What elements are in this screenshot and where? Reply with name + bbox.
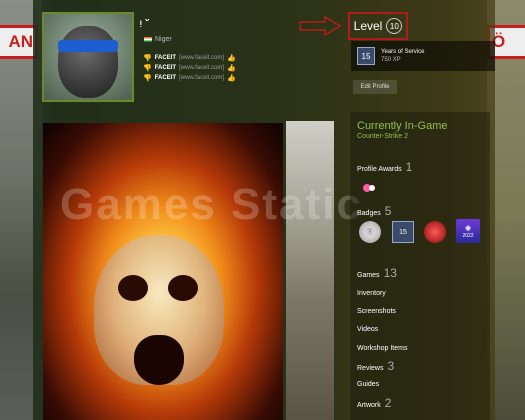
thumb-up-icon: 👍 [227, 65, 236, 72]
award-icon[interactable] [362, 183, 376, 193]
years-badge-title: Years of Service [381, 49, 425, 55]
skull-mouth [134, 335, 184, 385]
guides-link[interactable]: Guides [357, 381, 379, 388]
profile-awards-count: 1 [405, 160, 413, 174]
profile-awards-link[interactable]: Profile Awards 1 [357, 160, 412, 174]
steam-logo-icon: ◉ [464, 224, 472, 232]
faceit-row: 👎 FACEIT [www.faceit.com] 👍 [143, 73, 236, 83]
showcase-side-image[interactable] [286, 121, 334, 420]
level-indicator: Level 10 [348, 12, 408, 40]
avatar-face [58, 26, 118, 98]
level-label: Level [353, 19, 383, 33]
skull-eye-right [168, 275, 198, 301]
faceit-name: FACEIT [154, 55, 177, 61]
reviews-link[interactable]: Reviews 3 [357, 359, 394, 373]
years-badge-icon: 15 [357, 47, 375, 65]
thumb-up-icon: 👍 [227, 75, 236, 82]
faceit-list: 👎 FACEIT [www.faceit.com] 👍 👎 FACEIT [ww… [143, 53, 236, 83]
current-game[interactable]: Counter-Strike 2 [357, 133, 408, 140]
faceit-row: 👎 FACEIT [www.faceit.com] 👍 [143, 53, 236, 63]
faceit-url[interactable]: [www.faceit.com] [179, 55, 224, 61]
artwork-label: Artwork [357, 402, 381, 409]
thumb-down-icon: 👎 [143, 55, 152, 62]
reviews-label: Reviews [357, 365, 384, 372]
avatar[interactable] [42, 12, 134, 102]
workshop-items-link[interactable]: Workshop Items [357, 345, 407, 352]
avatar-headband [58, 40, 118, 52]
badges-link[interactable]: Badges 5 [357, 204, 391, 218]
skull-eye-left [118, 275, 148, 301]
games-count: 13 [383, 266, 397, 280]
videos-link[interactable]: Videos [357, 326, 378, 333]
faceit-name: FACEIT [154, 75, 177, 81]
edit-profile-button[interactable]: Edit Profile [353, 80, 397, 94]
faceit-url[interactable]: [www.faceit.com] [179, 65, 224, 71]
artwork-link[interactable]: Artwork 2 [357, 396, 391, 410]
years-15-badge-icon[interactable]: 15 [392, 221, 414, 243]
screenshots-link[interactable]: Screenshots [357, 308, 396, 315]
badges-label: Badges [357, 210, 381, 217]
badges-count: 5 [384, 204, 392, 218]
thumb-down-icon: 👎 [143, 65, 152, 72]
arrow-right-icon [299, 16, 341, 36]
country-name: Niger [155, 36, 172, 43]
games-link[interactable]: Games 13 [357, 266, 397, 280]
years-of-service-badge[interactable]: 15 Years of Service 750 XP [351, 41, 495, 71]
red-badge-icon[interactable] [424, 221, 446, 243]
steam-2022-badge-icon[interactable]: ◉ 2022 [456, 219, 480, 243]
inventory-link[interactable]: Inventory [357, 290, 386, 297]
flag-icon [144, 37, 152, 42]
games-label: Games [357, 272, 380, 279]
faceit-url[interactable]: [www.faceit.com] [179, 75, 224, 81]
status-in-game: Currently In-Game [357, 120, 448, 132]
reviews-count: 3 [387, 359, 395, 373]
years-badge-xp: 750 XP [381, 57, 401, 63]
thumb-down-icon: 👎 [143, 75, 152, 82]
artwork-count: 2 [384, 396, 392, 410]
username: ᵎ ˇ [140, 17, 150, 31]
country-label: Niger [144, 36, 172, 43]
years-badge-text: Years of Service 750 XP [381, 48, 424, 64]
steam-badge-year: 2022 [462, 232, 474, 239]
thumb-up-icon: 👍 [227, 55, 236, 62]
level-value: 10 [386, 18, 403, 34]
coin-badge-icon[interactable]: Ⓡ [359, 221, 381, 243]
faceit-name: FACEIT [154, 65, 177, 71]
faceit-row: 👎 FACEIT [www.faceit.com] 👍 [143, 63, 236, 73]
profile-awards-label: Profile Awards [357, 166, 402, 173]
